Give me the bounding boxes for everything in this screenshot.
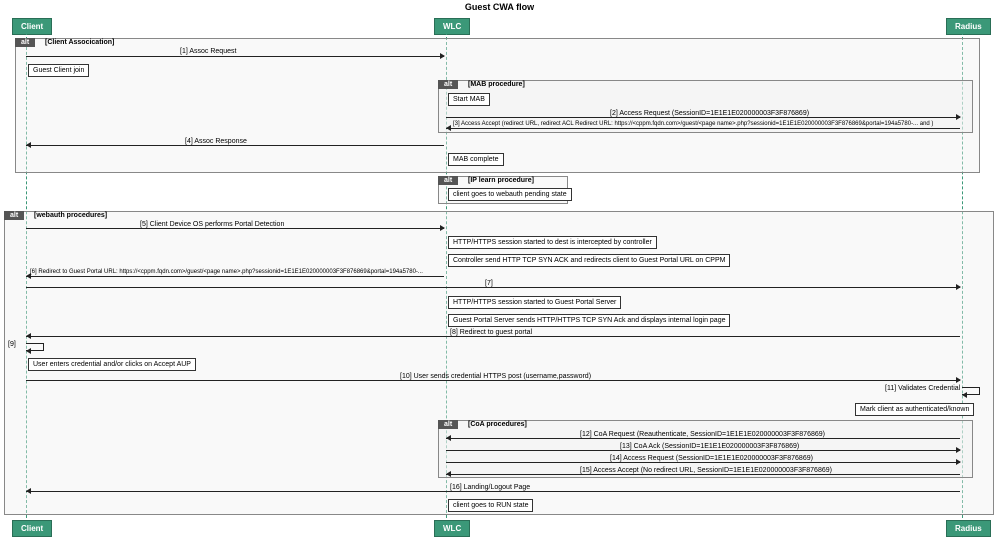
msg-6-line <box>26 276 444 277</box>
msg-13-label: [13] CoA Ack (SessionID=1E1E1E020000003F… <box>620 443 799 450</box>
msg-13-line <box>446 450 960 451</box>
note-redirect-cppm: Controller send HTTP TCP SYN ACK and red… <box>448 254 730 267</box>
msg-6-label: [6] Redirect to Guest Portal URL: https:… <box>30 269 423 275</box>
alt-label-1: alt <box>15 38 35 47</box>
msg-5-label: [5] Client Device OS performs Portal Det… <box>140 221 284 228</box>
note-user-enters: User enters credential and/or clicks on … <box>28 358 196 371</box>
alt-label-4: alt <box>4 211 24 220</box>
msg-12-label: [12] CoA Request (Reauthenticate, Sessio… <box>580 431 825 438</box>
note-session-portal: HTTP/HTTPS session started to Guest Port… <box>448 296 621 309</box>
msg-14-line <box>446 462 960 463</box>
msg-16-line <box>26 491 960 492</box>
msg-2-label: [2] Access Request (SessionID=1E1E1E0200… <box>610 110 809 117</box>
msg-8-line <box>26 336 960 337</box>
note-mab-complete: MAB complete <box>448 153 504 166</box>
msg-10-label: [10] User sends credential HTTPS post (u… <box>400 373 591 380</box>
msg-10-arrow <box>956 377 961 383</box>
alt-label-5: alt <box>438 420 458 429</box>
note-intercept: HTTP/HTTPS session started to dest is in… <box>448 236 657 249</box>
msg-12-arrow <box>446 435 451 441</box>
msg-3-label: [3] Access Accept (redirect URL, redirec… <box>453 121 933 127</box>
note-start-mab: Start MAB <box>448 93 490 106</box>
alt-label-3: alt <box>438 176 458 185</box>
participant-client-top: Client <box>12 18 52 35</box>
diagram-title: Guest CWA flow <box>0 0 999 14</box>
msg-5-arrow <box>440 225 445 231</box>
alt-label-2: alt <box>438 80 458 89</box>
msg-2-arrow <box>956 114 961 120</box>
note-mark-auth: Mark client as authenticated/known <box>855 403 974 416</box>
msg-12-line <box>446 438 960 439</box>
msg-4-label: [4] Assoc Response <box>185 138 247 145</box>
participant-wlc-top: WLC <box>434 18 470 35</box>
msg-10-line <box>26 380 960 381</box>
msg-14-label: [14] Access Request (SessionID=1E1E1E020… <box>610 455 813 462</box>
msg-3-line <box>446 128 960 129</box>
msg-14-arrow <box>956 459 961 465</box>
msg-3-arrow <box>446 125 451 131</box>
msg-7-line <box>26 287 960 288</box>
msg-15-arrow <box>446 471 451 477</box>
alt-title-3: [IP learn procedure] <box>468 177 534 184</box>
msg-1-arrow <box>440 53 445 59</box>
msg-15-label: [15] Access Accept (No redirect URL, Ses… <box>580 467 832 474</box>
msg-7-label: [7] <box>485 280 493 287</box>
alt-title-5: [CoA procedures] <box>468 421 527 428</box>
msg-9-label: [9] <box>8 341 16 348</box>
msg-16-label: [16] Landing/Logout Page <box>450 484 530 491</box>
msg-16-arrow <box>26 488 31 494</box>
alt-title-4: [webauth procedures] <box>34 212 107 219</box>
participant-client-bot: Client <box>12 520 52 537</box>
msg-9-arrow <box>26 348 31 354</box>
participant-radius-top: Radius <box>946 18 991 35</box>
participant-wlc-bot: WLC <box>434 520 470 537</box>
msg-2-line <box>446 117 960 118</box>
msg-4-line <box>26 145 444 146</box>
participant-radius-bot: Radius <box>946 520 991 537</box>
note-run-state: client goes to RUN state <box>448 499 533 512</box>
note-guest-join: Guest Client join <box>28 64 89 77</box>
msg-13-arrow <box>956 447 961 453</box>
msg-1-line <box>26 56 444 57</box>
note-webauth-pending: client goes to webauth pending state <box>448 188 572 201</box>
msg-11-arrow <box>962 392 967 398</box>
msg-1-label: [1] Assoc Request <box>180 48 236 55</box>
msg-8-label: [8] Redirect to guest portal <box>450 329 532 336</box>
alt-title-1: [Client Assocication] <box>45 39 114 46</box>
msg-11-label: [11] Validates Credential <box>885 385 960 392</box>
msg-5-line <box>26 228 444 229</box>
msg-15-line <box>446 474 960 475</box>
msg-8-arrow <box>26 333 31 339</box>
note-login-page: Guest Portal Server sends HTTP/HTTPS TCP… <box>448 314 730 327</box>
msg-7-arrow <box>956 284 961 290</box>
alt-title-2: [MAB procedure] <box>468 81 525 88</box>
msg-4-arrow <box>26 142 31 148</box>
